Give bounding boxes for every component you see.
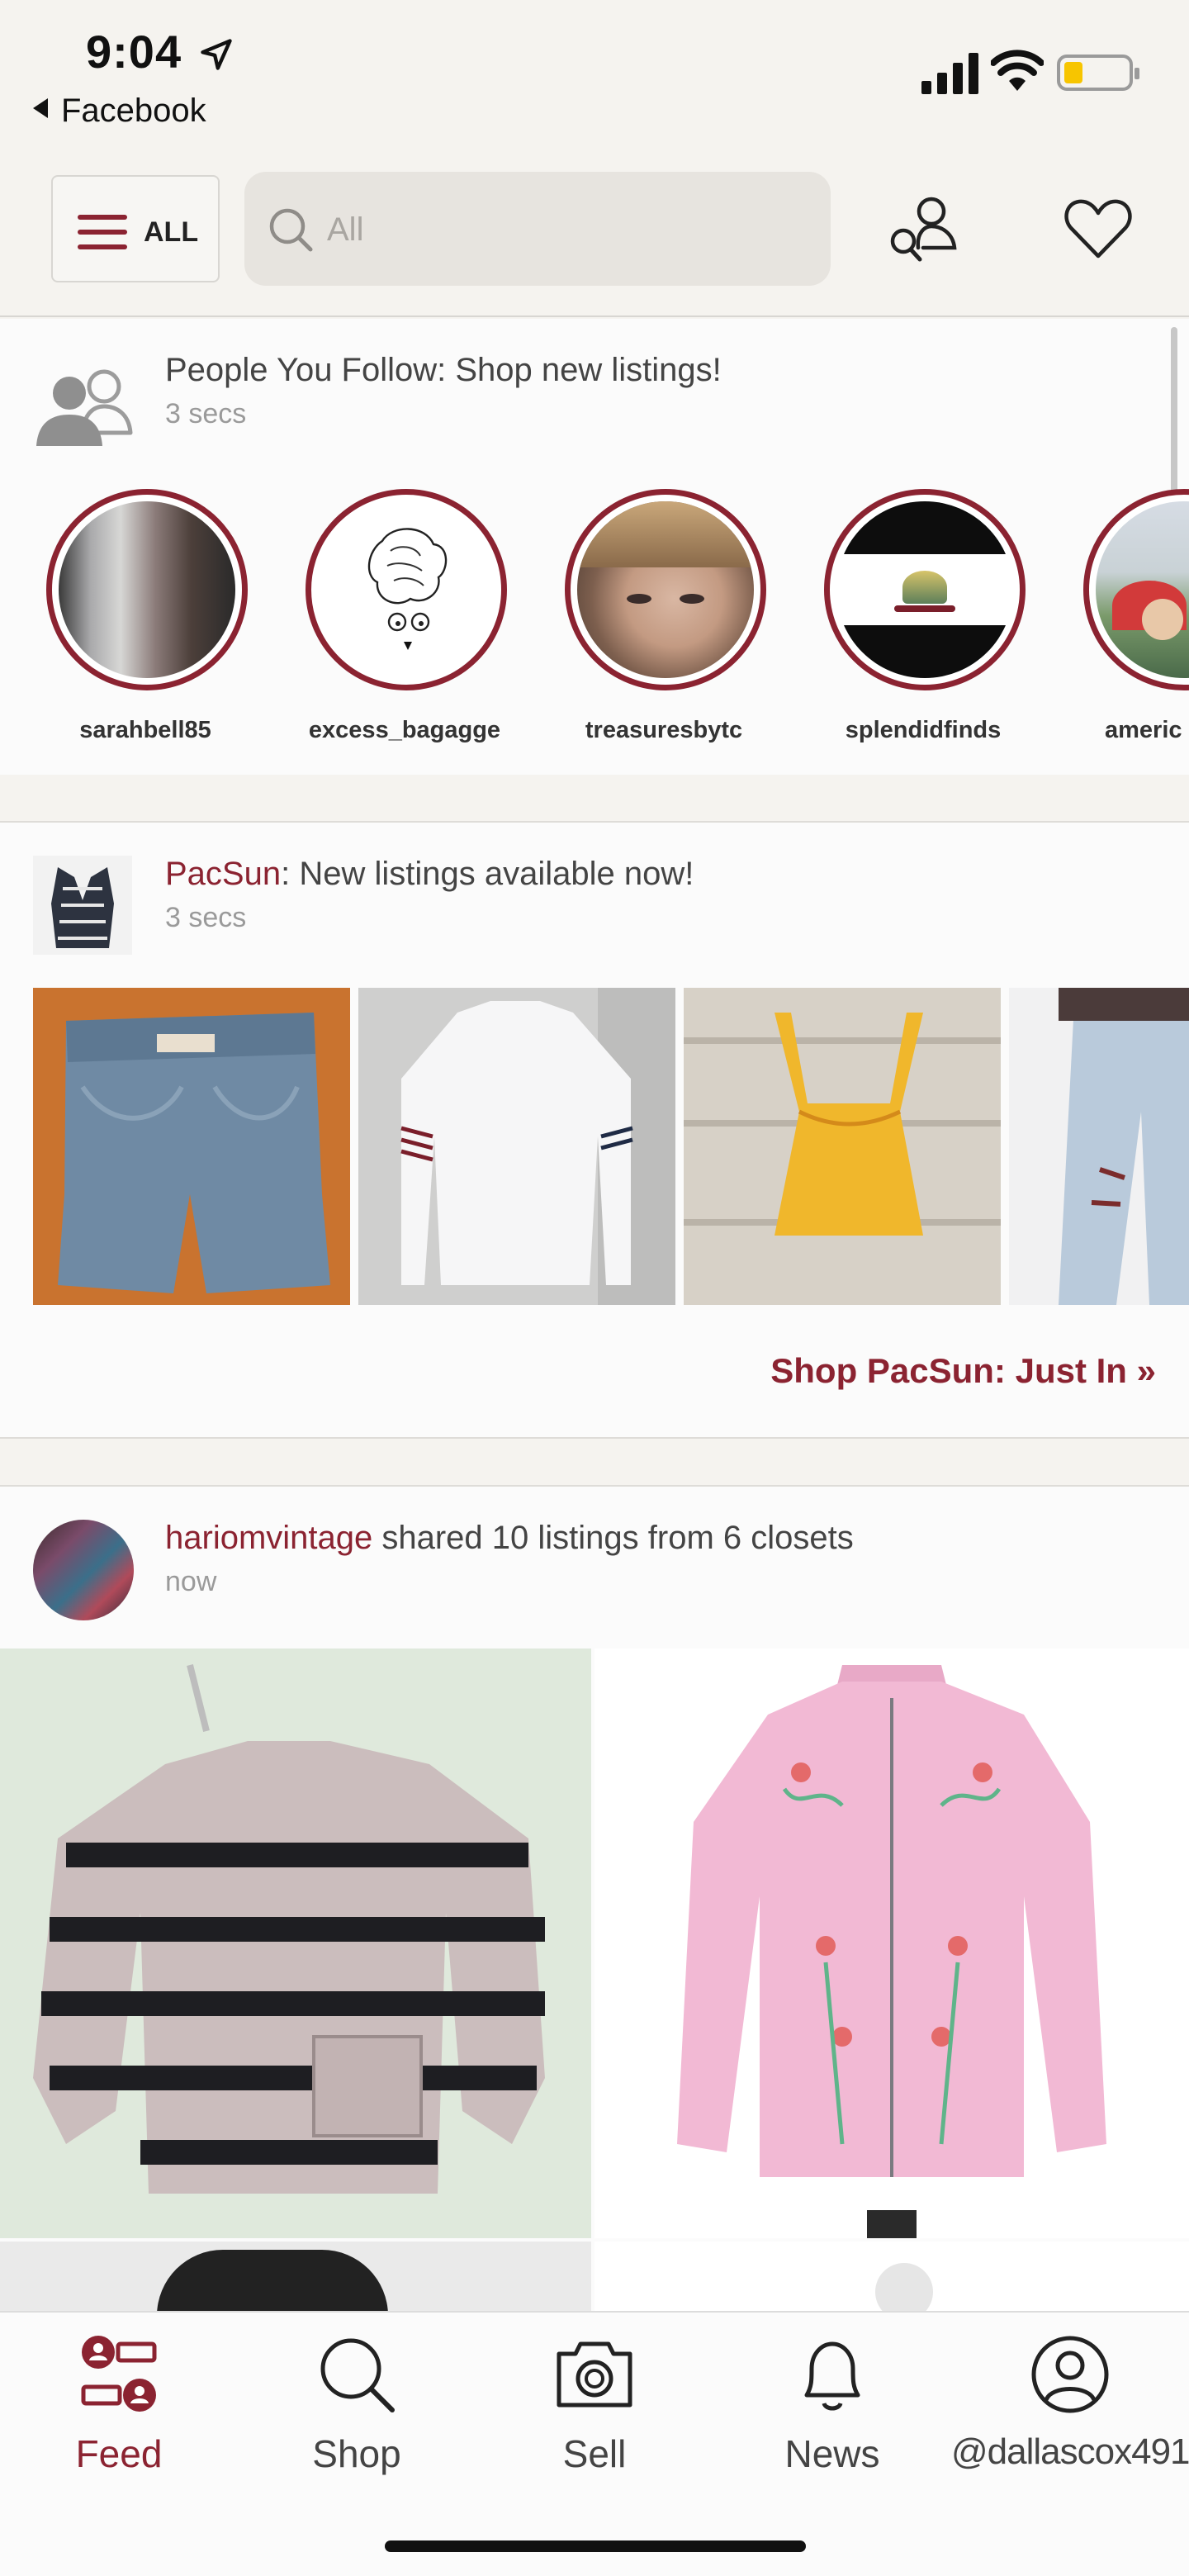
menu-all-button[interactable]: ALL xyxy=(51,175,220,282)
shop-brand-just-in-link[interactable]: Shop PacSun: Just In » xyxy=(770,1351,1156,1391)
tab-shop[interactable]: Shop xyxy=(238,2329,476,2476)
camera-icon xyxy=(557,2341,632,2408)
sketch-illustration xyxy=(367,528,448,650)
card-time: 3 secs xyxy=(165,902,247,933)
status-bar: 9:04 Facebook xyxy=(0,0,1189,165)
people-follow-icon xyxy=(36,369,133,446)
search-input[interactable]: All xyxy=(244,172,831,286)
card-title: PacSun: New listings available now! xyxy=(165,856,694,892)
search-placeholder: All xyxy=(327,211,364,248)
all-label: ALL xyxy=(144,216,199,248)
tab-label: Sell xyxy=(562,2432,627,2475)
striped-sweater-image xyxy=(33,1664,545,2194)
closet-avatar-americ[interactable] xyxy=(1083,489,1189,690)
closet-avatar-treasuresbytc[interactable] xyxy=(565,489,766,690)
tab-feed[interactable]: Feed xyxy=(0,2329,238,2476)
card-title: People You Follow: Shop new listings! xyxy=(165,352,722,388)
white-sweatshirt-image xyxy=(400,988,675,1305)
tab-sell[interactable]: Sell xyxy=(476,2329,713,2476)
feed-list[interactable]: People You Follow: Shop new listings! 3 … xyxy=(0,319,1189,2311)
status-time: 9:04 xyxy=(86,26,182,78)
tab-label: News xyxy=(784,2432,880,2475)
card-time: now xyxy=(165,1566,217,1597)
yellow-cami-image xyxy=(684,1013,1001,1236)
listing-tile-pink-jacket[interactable] xyxy=(594,1649,1189,2238)
closet-avatar-sarahbell85[interactable] xyxy=(46,489,248,690)
hamburger-menu-icon xyxy=(78,215,127,249)
listing-thumb-ripped-jeans[interactable] xyxy=(1009,988,1189,1305)
tab-label: Shop xyxy=(312,2432,401,2475)
denim-shorts-image xyxy=(58,1013,330,1293)
listing-tile-striped-sweater[interactable] xyxy=(0,1649,591,2238)
card-title: hariomvintage shared 10 listings from 6 … xyxy=(165,1520,854,1556)
find-people-icon[interactable] xyxy=(883,188,966,271)
listing-thumb-yellow-cami[interactable] xyxy=(684,988,1001,1305)
listing-thumbnail-strip[interactable] xyxy=(33,988,1189,1305)
listing-tile[interactable] xyxy=(594,2242,1189,2311)
closet-name[interactable]: treasuresbytc xyxy=(557,717,771,744)
top-header: ALL All xyxy=(0,165,1189,317)
brand-name-link[interactable]: PacSun xyxy=(165,856,281,892)
profile-icon xyxy=(1031,2336,1109,2413)
listing-thumb-white-sweatshirt[interactable] xyxy=(358,988,675,1305)
battery-icon xyxy=(1057,55,1139,91)
bell-icon xyxy=(804,2341,860,2411)
tab-label: @dallascox491 xyxy=(951,2431,1189,2472)
pink-jacket-image xyxy=(677,1665,1106,2238)
closet-name[interactable]: splendidfinds xyxy=(816,717,1030,744)
poshmark-feed-screen: 9:04 Facebook ALL All People You Follow:… xyxy=(0,0,1189,2576)
listing-thumb-denim-shorts[interactable] xyxy=(33,988,350,1305)
tab-label: Feed xyxy=(75,2432,163,2475)
back-label: Facebook xyxy=(61,93,206,129)
brand-avatar[interactable] xyxy=(33,856,132,955)
divider xyxy=(0,1437,1189,1439)
card-time: 3 secs xyxy=(165,398,247,429)
feed-card-people-you-follow: People You Follow: Shop new listings! 3 … xyxy=(0,319,1189,775)
romper-image xyxy=(51,867,114,948)
listing-tile[interactable] xyxy=(0,2242,591,2311)
scrollbar[interactable] xyxy=(1171,327,1177,500)
closet-avatar-splendidfinds[interactable] xyxy=(824,489,1026,690)
ripped-jeans-image xyxy=(1059,988,1189,1305)
location-arrow-icon xyxy=(201,39,232,70)
home-indicator[interactable] xyxy=(385,2540,806,2552)
closet-name[interactable]: americ xyxy=(1075,717,1189,744)
likes-heart-icon[interactable] xyxy=(1061,192,1135,266)
wifi-icon xyxy=(991,50,1044,91)
tab-news[interactable]: News xyxy=(713,2329,951,2476)
cellular-signal-icon xyxy=(921,53,978,94)
bottom-tab-bar: Feed Shop Sell News @dallascox491 xyxy=(0,2311,1189,2576)
closet-name[interactable]: sarahbell85 xyxy=(38,717,253,744)
closet-avatar-excess-bagagge[interactable] xyxy=(306,489,507,690)
tab-profile[interactable]: @dallascox491 xyxy=(951,2329,1189,2473)
closet-name[interactable]: excess_bagagge xyxy=(297,717,512,744)
feed-card-brand: PacSun: New listings available now! 3 se… xyxy=(0,823,1189,1437)
feed-card-shared-listings: hariomvintage shared 10 listings from 6 … xyxy=(0,1487,1189,2311)
search-icon xyxy=(320,2338,395,2412)
feed-icon xyxy=(81,2336,157,2412)
back-to-facebook-link[interactable]: Facebook xyxy=(33,93,206,130)
username-link[interactable]: hariomvintage xyxy=(165,1520,372,1556)
user-avatar[interactable] xyxy=(33,1520,134,1620)
back-triangle-icon xyxy=(33,98,48,118)
search-icon xyxy=(269,208,313,252)
